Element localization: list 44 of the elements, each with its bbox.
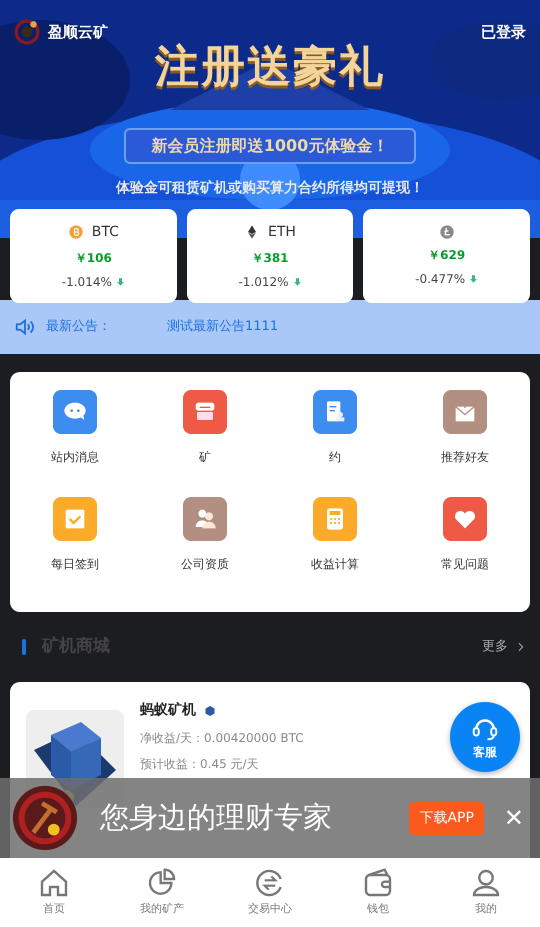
down-arrow-icon [292, 276, 302, 286]
brand-name: 盈顺云矿 [48, 22, 108, 43]
coin-price: ￥381 [251, 250, 289, 266]
menu-item[interactable]: 推荐好友 [400, 390, 530, 497]
tab-bar-item[interactable]: 交易中心 [216, 858, 324, 927]
price-change: -1.012% [238, 274, 289, 290]
tab-bar-item[interactable]: 我的矿产 [108, 858, 216, 927]
price-change: -0.477% [415, 271, 466, 288]
banner-caption: 体验金可租赁矿机或购买算力合约所得均可提现！ [116, 179, 424, 198]
coin-icon [438, 224, 455, 240]
tab-bar-item[interactable]: 我的 [432, 858, 540, 927]
pickaxe-logo-icon [10, 783, 80, 853]
coin-price: ￥106 [74, 250, 112, 266]
down-arrow-icon [116, 276, 125, 286]
menu-item[interactable]: 常见问题 [400, 497, 530, 604]
menu-item[interactable]: 矿 [140, 390, 270, 497]
chevron-right-icon [516, 641, 526, 653]
coin-symbol: ETH [268, 222, 296, 242]
menu-item[interactable]: 约 [270, 390, 400, 497]
menu-item[interactable]: 收益计算 [270, 497, 400, 604]
login-status-link[interactable]: 已登录 [481, 20, 526, 44]
notice-label: 最新公告： [46, 318, 111, 336]
product-income: 净收益/天：0.00420000 BTC [140, 730, 304, 747]
coin-icon [68, 224, 84, 240]
tab-bar-item[interactable]: 钱包 [324, 858, 432, 927]
banner-headline: 注册送豪礼 [155, 40, 385, 94]
tab-bar-item[interactable]: 首页 [0, 858, 108, 927]
coin-price: ￥629 [428, 247, 466, 264]
close-button[interactable]: ✕ [498, 800, 530, 836]
app-slogan: 您身边的理财专家 [100, 799, 333, 836]
section-marker [22, 639, 26, 655]
menu-item[interactable]: 公司资质 [140, 497, 270, 604]
product-name: 蚂蚁矿机 [140, 701, 196, 720]
product-expected-income: 预计收益：0.45 元/天 [140, 756, 260, 773]
coin-symbol: BTC [92, 222, 119, 242]
logo-icon [14, 19, 40, 45]
banner-ribbon: 新会员注册即送1000元体验金！ [124, 128, 416, 164]
speaker-icon [14, 316, 36, 338]
more-link[interactable]: 更多 [482, 637, 526, 657]
menu-item[interactable]: 每日签到 [10, 497, 140, 604]
menu-item[interactable]: 站内消息 [10, 390, 140, 497]
cube-icon [204, 704, 216, 716]
down-arrow-icon [469, 274, 478, 284]
price-change: -1.014% [62, 274, 112, 290]
